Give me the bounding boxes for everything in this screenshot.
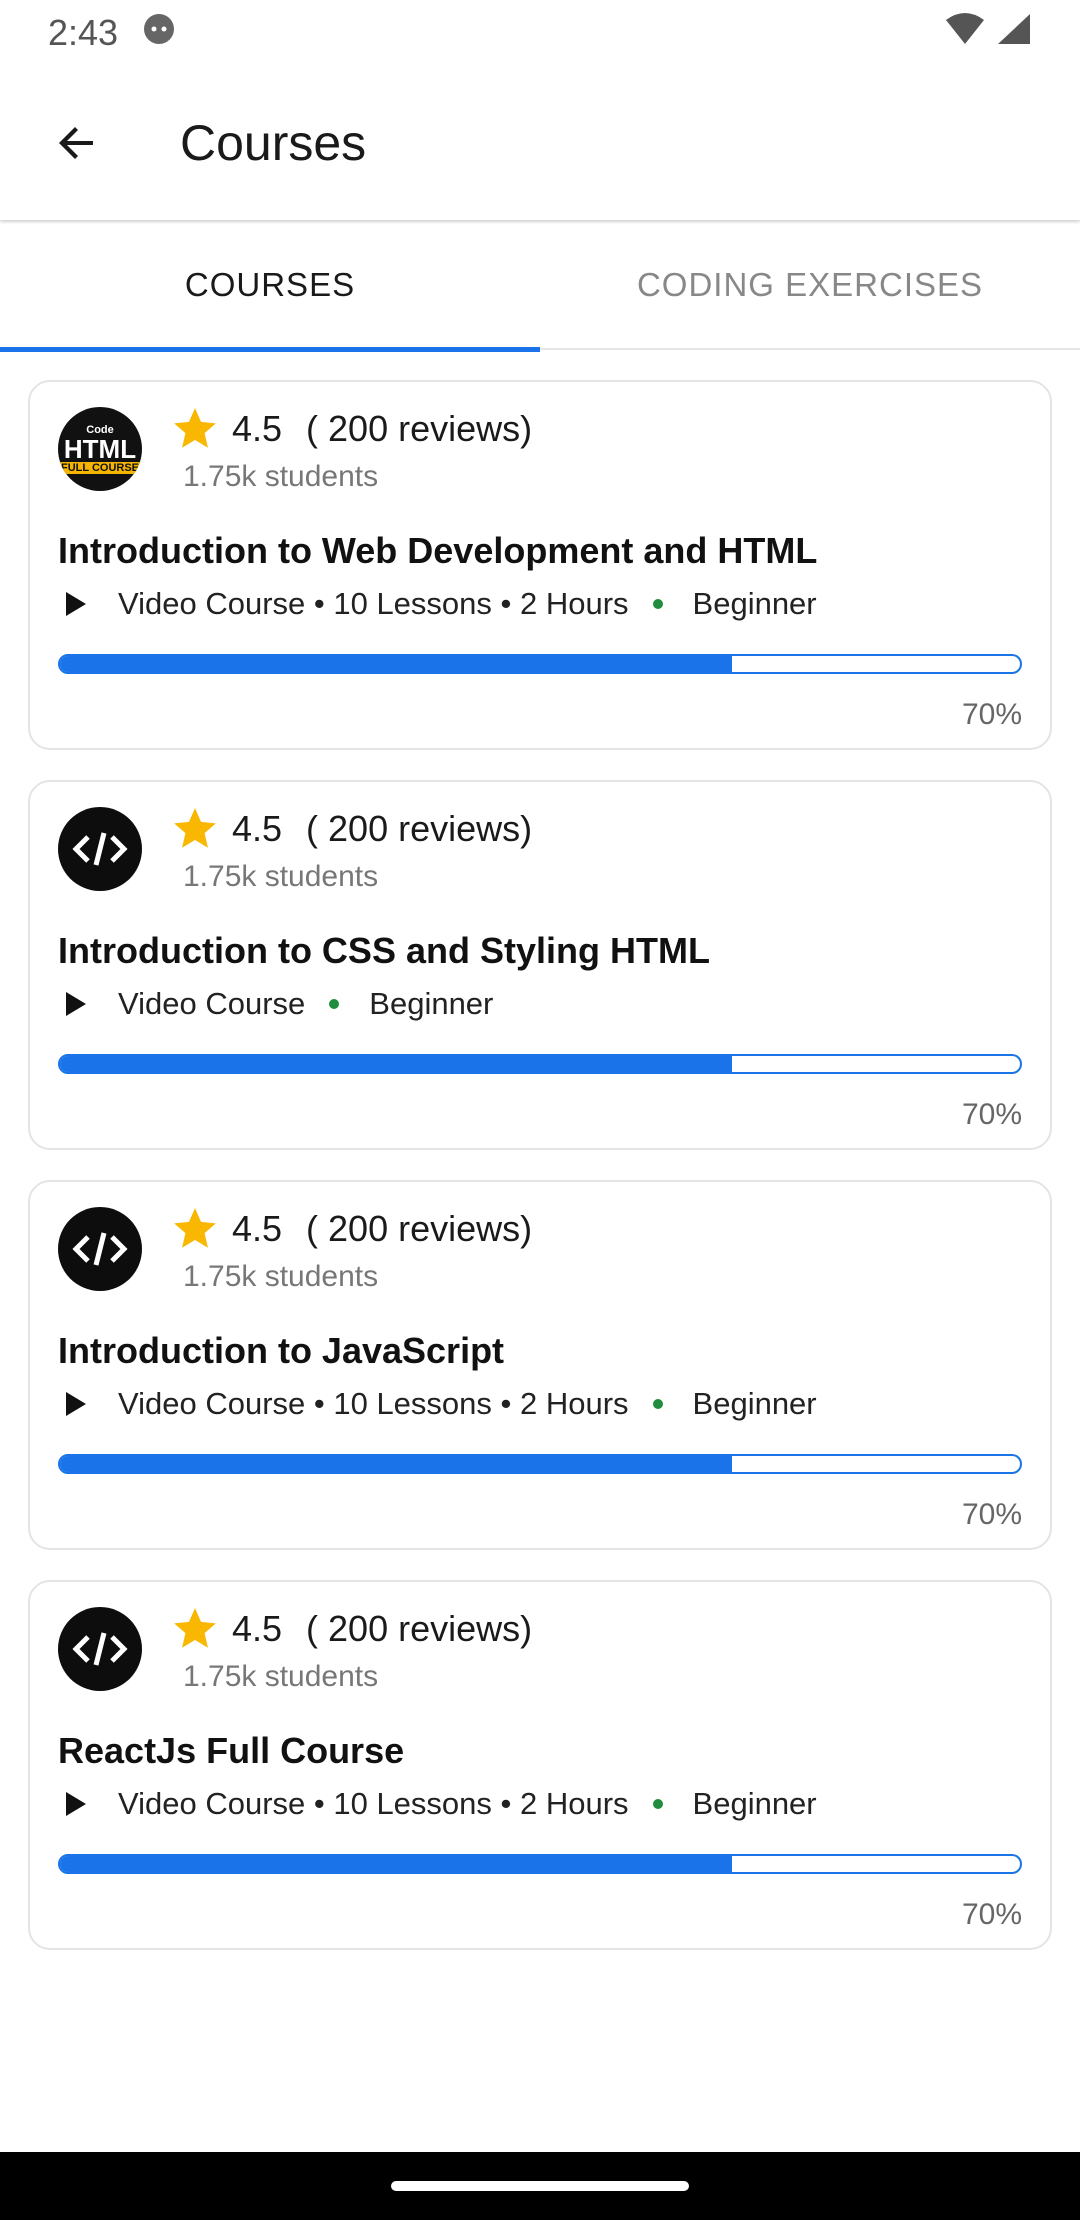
review-count: ( 200 reviews) — [306, 1208, 533, 1249]
level-dot-icon — [652, 599, 663, 609]
play-icon — [66, 592, 86, 616]
course-meta-text: Video Course — [118, 986, 306, 1021]
logo-line-3: FULL COURSE — [58, 462, 142, 474]
course-meta: Video Course • 10 Lessons • 2 Hours Begin… — [64, 1386, 817, 1422]
student-count: 1.75k students — [183, 460, 379, 493]
course-meta: Video Course • 10 Lessons • 2 Hours Begin… — [64, 586, 817, 622]
rating-value: 4.5 — [232, 1208, 283, 1249]
review-count: ( 200 reviews) — [306, 1608, 533, 1649]
course-meta-text: Video Course • 10 Lessons • 2 Hours — [118, 1786, 629, 1821]
rating-value: 4.5 — [232, 1608, 283, 1649]
course-list: Code HTML FULL COURSE 4.5 ( 200 reviews) 1.75… — [28, 380, 1052, 1980]
course-meta: Video Course Beginner — [64, 986, 493, 1022]
rating-row: 4.5 ( 200 reviews) — [170, 1604, 532, 1654]
status-time: 2:43 — [48, 12, 119, 53]
home-gesture-bar[interactable] — [391, 2181, 689, 2191]
rating-row: 4.5 ( 200 reviews) — [170, 1204, 532, 1254]
status-bar: 2:43 — [0, 0, 1080, 66]
student-count: 1.75k students — [183, 1660, 379, 1693]
play-icon — [66, 1792, 86, 1816]
progress-fill — [60, 1456, 732, 1472]
review-count: ( 200 reviews) — [306, 408, 533, 449]
progress-percent: 70% — [961, 698, 1022, 731]
course-logo — [58, 1207, 142, 1291]
android-debug-icon — [142, 12, 176, 55]
tab-courses[interactable]: COURSES — [0, 220, 540, 352]
progress-percent: 70% — [961, 1098, 1022, 1131]
course-title: Introduction to Web Development and HTML — [58, 530, 818, 571]
course-title: Introduction to JavaScript — [58, 1330, 505, 1371]
play-icon — [66, 1392, 86, 1416]
progress-fill — [60, 656, 732, 672]
rating-value: 4.5 — [232, 408, 283, 449]
play-icon — [66, 992, 86, 1016]
system-nav-bar — [0, 2152, 1080, 2220]
rating-row: 4.5 ( 200 reviews) — [170, 804, 532, 854]
course-meta: Video Course • 10 Lessons • 2 Hours Begin… — [64, 1786, 817, 1822]
star-icon — [174, 408, 216, 448]
app-bar: Courses — [0, 66, 1080, 220]
course-card[interactable]: 4.5 ( 200 reviews) 1.75k students Introduct… — [28, 780, 1052, 1150]
html-course-logo: Code HTML FULL COURSE — [58, 407, 142, 491]
course-meta-text: Video Course • 10 Lessons • 2 Hours — [118, 1386, 629, 1421]
review-count: ( 200 reviews) — [306, 808, 533, 849]
progress-bar — [58, 1854, 1022, 1874]
code-brackets-icon — [72, 1232, 128, 1266]
course-meta-text: Video Course • 10 Lessons • 2 Hours — [118, 586, 629, 621]
course-level: Beginner — [369, 986, 494, 1021]
rating-row: 4.5 ( 200 reviews) — [170, 404, 532, 454]
rating-value: 4.5 — [232, 808, 283, 849]
arrow-back-icon — [59, 127, 93, 159]
progress-fill — [60, 1056, 732, 1072]
progress-fill — [60, 1856, 732, 1872]
course-title: ReactJs Full Course — [58, 1730, 405, 1771]
level-dot-icon — [652, 1799, 663, 1809]
wifi-icon — [944, 12, 986, 55]
level-dot-icon — [652, 1399, 663, 1409]
course-card[interactable]: 4.5 ( 200 reviews) 1.75k students ReactJs F… — [28, 1580, 1052, 1950]
course-level: Beginner — [692, 586, 817, 621]
star-icon — [174, 1608, 216, 1648]
back-button[interactable] — [37, 103, 117, 183]
cellular-signal-icon — [996, 12, 1032, 55]
course-level: Beginner — [692, 1386, 817, 1421]
level-dot-icon — [329, 999, 340, 1009]
star-icon — [174, 808, 216, 848]
progress-percent: 70% — [961, 1898, 1022, 1931]
progress-percent: 70% — [961, 1498, 1022, 1531]
code-brackets-icon — [72, 1632, 128, 1666]
course-logo — [58, 807, 142, 891]
code-brackets-icon — [72, 832, 128, 866]
tab-coding-exercises[interactable]: CODING EXERCISES — [540, 220, 1080, 350]
logo-line-2: HTML — [63, 434, 137, 464]
course-card[interactable]: Code HTML FULL COURSE 4.5 ( 200 reviews) 1.75… — [28, 380, 1052, 750]
course-logo — [58, 1607, 142, 1691]
tab-bar: COURSES CODING EXERCISES — [0, 220, 1080, 352]
progress-bar — [58, 654, 1022, 674]
course-title: Introduction to CSS and Styling HTML — [58, 930, 710, 971]
course-level: Beginner — [692, 1786, 817, 1821]
status-icons — [944, 12, 1032, 55]
student-count: 1.75k students — [183, 860, 379, 893]
progress-bar — [58, 1054, 1022, 1074]
progress-bar — [58, 1454, 1022, 1474]
student-count: 1.75k students — [183, 1260, 379, 1293]
star-icon — [174, 1208, 216, 1248]
course-card[interactable]: 4.5 ( 200 reviews) 1.75k students Introduct… — [28, 1180, 1052, 1550]
page-title: Courses — [180, 115, 367, 171]
